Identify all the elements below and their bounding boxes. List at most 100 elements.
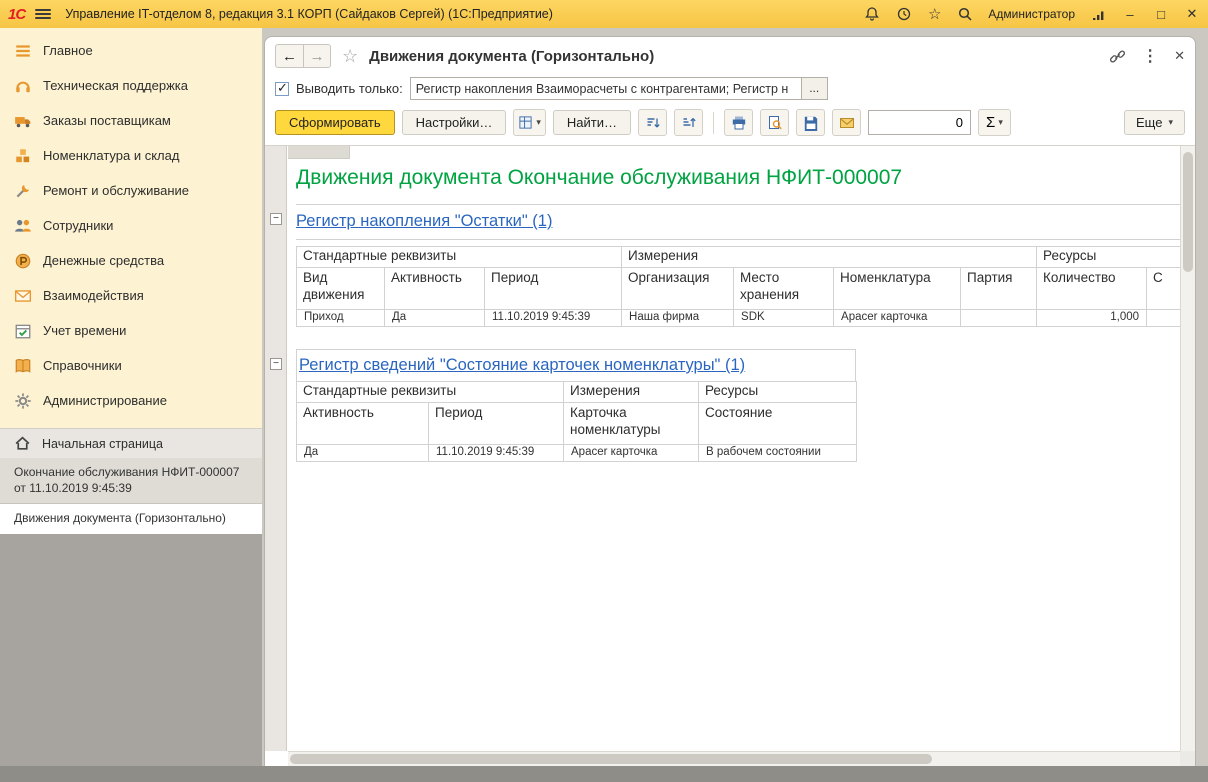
sidebar-item-uchet-vremeni[interactable]: Учет времени xyxy=(0,313,262,348)
register-sostoyanie-link[interactable]: Регистр сведений "Состояние карточек ном… xyxy=(299,353,851,377)
filter-label[interactable]: Выводить только: xyxy=(296,81,403,96)
scrollbar-corner xyxy=(1180,751,1195,766)
sidebar-item-zakazy[interactable]: Заказы поставщикам xyxy=(0,103,262,138)
register-ostatki-table: Стандартные реквизиты Измерения Ресурсы … xyxy=(296,246,1180,327)
cell: SDK xyxy=(734,310,834,327)
sort-ascending-button[interactable] xyxy=(674,109,703,136)
home-page-item[interactable]: Начальная страница xyxy=(0,428,262,458)
menu-lines-icon xyxy=(14,42,32,60)
cell xyxy=(961,310,1037,327)
movements-window-panel: ← → ☆ Движения документа (Горизонтально)… xyxy=(264,36,1196,766)
sidebar-item-glavnoe[interactable]: Главное xyxy=(0,33,262,68)
collapse-group-toggle[interactable]: − xyxy=(270,358,282,370)
sidebar-item-sotrudniki[interactable]: Сотрудники xyxy=(0,208,262,243)
search-icon[interactable] xyxy=(956,6,973,23)
vertical-scrollbar[interactable] xyxy=(1180,146,1195,751)
sidebar-item-remont[interactable]: Ремонт и обслуживание xyxy=(0,173,262,208)
filter-input[interactable] xyxy=(410,77,802,100)
sidebar-item-dengi[interactable]: Денежные средства xyxy=(0,243,262,278)
favorite-star-icon[interactable]: ☆ xyxy=(342,46,358,67)
register-ostatki-link[interactable]: Регистр накопления "Остатки" (1) xyxy=(296,209,1180,233)
mail-button[interactable] xyxy=(832,109,861,136)
generate-button[interactable]: Сформировать xyxy=(275,110,395,135)
sort-descending-button[interactable] xyxy=(638,109,667,136)
table-row: Да 11.10.2019 9:45:39 Apacer карточка В … xyxy=(297,445,857,462)
cell: 11.10.2019 9:45:39 xyxy=(429,445,564,462)
filter-checkbox[interactable] xyxy=(275,82,289,96)
wrench-icon xyxy=(14,182,32,200)
table-row: Приход Да 11.10.2019 9:45:39 Наша фирма … xyxy=(297,310,1181,327)
connection-icon xyxy=(1090,6,1107,23)
sidebar: Главное Техническая поддержка Заказы пос… xyxy=(0,28,262,766)
save-button[interactable] xyxy=(796,109,825,136)
sidebar-item-label: Главное xyxy=(43,43,93,58)
minimize-button[interactable]: – xyxy=(1122,7,1138,22)
print-button[interactable] xyxy=(724,109,753,136)
notifications-bell-icon[interactable] xyxy=(864,6,881,23)
more-actions-kebab-icon[interactable]: ⋮ xyxy=(1142,46,1158,66)
column-header: Партия xyxy=(961,268,1037,310)
print-preview-button[interactable] xyxy=(760,109,789,136)
window-close-button[interactable]: ✕ xyxy=(1184,6,1200,22)
cell-quantity: 1,000 xyxy=(1037,310,1147,327)
sum-button[interactable]: Σ ▾ xyxy=(978,109,1011,136)
filter-choose-button[interactable]: ... xyxy=(802,77,828,100)
column-header: Период xyxy=(485,268,622,310)
sidebar-item-label: Справочники xyxy=(43,358,122,373)
app-title: Управление IT-отделом 8, редакция 3.1 КО… xyxy=(65,7,553,21)
column-header: Номенклатура xyxy=(834,268,961,310)
titlebar: 1С Управление IT-отделом 8, редакция 3.1… xyxy=(0,0,1208,28)
find-button[interactable]: Найти… xyxy=(553,110,631,135)
sidebar-item-nomenklatura[interactable]: Номенклатура и склад xyxy=(0,138,262,173)
sidebar-item-administrirovanie[interactable]: Администрирование xyxy=(0,383,262,418)
coin-icon xyxy=(14,252,32,270)
content-area: ← → ☆ Движения документа (Горизонтально)… xyxy=(262,28,1208,766)
favorites-star-icon[interactable]: ☆ xyxy=(928,5,941,23)
register-sostoyanie-table: Стандартные реквизиты Измерения Ресурсы … xyxy=(296,381,857,462)
sidebar-item-vzaimodeystviya[interactable]: Взаимодействия xyxy=(0,278,262,313)
group-header: Стандартные реквизиты xyxy=(297,247,622,268)
row-header-gutter xyxy=(265,146,287,751)
back-button[interactable]: ← xyxy=(276,45,303,67)
book-icon xyxy=(14,357,32,375)
report-variants-button[interactable]: ▾ xyxy=(513,109,546,136)
settings-button[interactable]: Настройки… xyxy=(402,110,507,135)
counter-input[interactable] xyxy=(868,110,971,135)
horizontal-scrollbar[interactable] xyxy=(288,751,1180,766)
window-tab-document[interactable]: Окончание обслуживания НФИТ-000007 от 11… xyxy=(0,458,262,504)
more-button[interactable]: Еще ▾ xyxy=(1124,110,1185,135)
current-user-label: Администратор xyxy=(988,7,1075,21)
cell: 11.10.2019 9:45:39 xyxy=(485,310,622,327)
sidebar-item-tehpodderzhka[interactable]: Техническая поддержка xyxy=(0,68,262,103)
group-header: Измерения xyxy=(622,247,1037,268)
window-tab-movements[interactable]: Движения документа (Горизонтально) xyxy=(0,504,262,533)
vertical-scrollbar-thumb[interactable] xyxy=(1183,152,1193,272)
column-header: Организация xyxy=(622,268,734,310)
group-header: Измерения xyxy=(564,382,699,403)
toolbar-separator xyxy=(713,112,714,134)
column-header: Активность xyxy=(297,403,429,445)
people-icon xyxy=(14,217,32,235)
report-area: − − Движения документа Окончание обслужи… xyxy=(265,145,1195,766)
app-bottom-strip xyxy=(0,766,1208,782)
sidebar-empty-area xyxy=(0,534,262,766)
get-link-icon[interactable] xyxy=(1109,48,1126,65)
cell: Apacer карточка xyxy=(834,310,961,327)
filter-row: Выводить только: ... xyxy=(265,75,1195,105)
main-menu-button[interactable] xyxy=(35,7,51,21)
sidebar-item-label: Заказы поставщикам xyxy=(43,113,171,128)
close-tab-icon[interactable]: ✕ xyxy=(1174,48,1185,64)
horizontal-scrollbar-thumb[interactable] xyxy=(290,754,932,764)
report-content: Движения документа Окончание обслуживани… xyxy=(288,146,1180,751)
forward-button[interactable]: → xyxy=(303,45,330,67)
truck-icon xyxy=(14,112,32,130)
sidebar-item-label: Денежные средства xyxy=(43,253,164,268)
headset-icon xyxy=(14,77,32,95)
column-header: Период xyxy=(429,403,564,445)
collapse-group-toggle[interactable]: − xyxy=(270,213,282,225)
column-header: Карточка номенклатуры xyxy=(564,403,699,445)
history-icon[interactable] xyxy=(896,6,913,23)
sidebar-item-spravochniki[interactable]: Справочники xyxy=(0,348,262,383)
maximize-button[interactable]: □ xyxy=(1153,7,1169,22)
cell: Наша фирма xyxy=(622,310,734,327)
